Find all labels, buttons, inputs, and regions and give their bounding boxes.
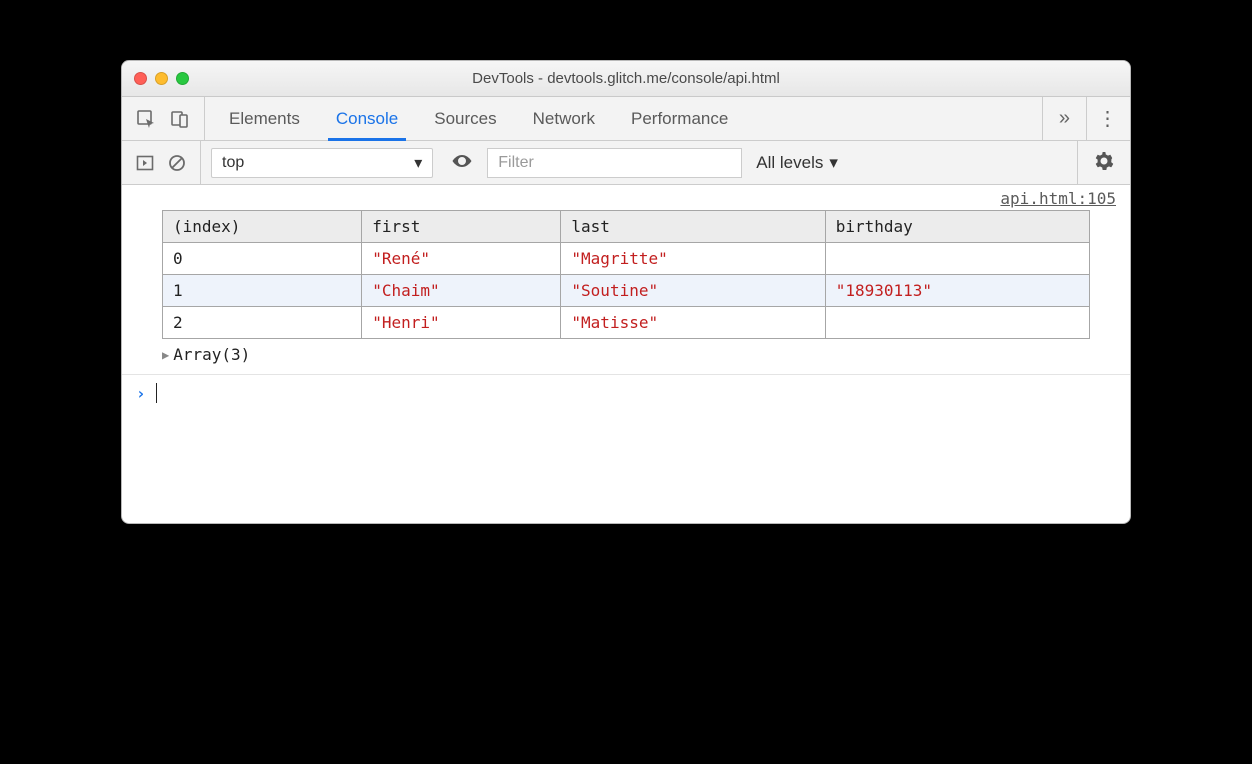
cell-birthday: "18930113" [825,275,1089,307]
panel-tabs-bar: Elements Console Sources Network Perform… [122,97,1130,141]
disclosure-triangle-icon[interactable]: ▶ [162,348,169,362]
cell-first: "René" [362,243,561,275]
cell-index: 2 [163,307,362,339]
gear-icon [1094,151,1114,174]
table-row: 0 "René" "Magritte" [163,243,1090,275]
array-summary-line[interactable]: ▶ Array(3) [122,341,1130,375]
close-window-button[interactable] [134,72,147,85]
clear-console-icon[interactable] [168,154,186,172]
table-header-row: (index) first last birthday [163,211,1090,243]
chevron-down-icon: ▾ [829,153,838,173]
kebab-icon: ⋮ [1098,106,1120,131]
chevron-down-icon: ▾ [414,153,422,173]
inspect-dock-group [122,97,205,140]
log-levels-selector[interactable]: All levels ▾ [756,153,838,173]
cell-birthday [825,243,1089,275]
tab-label: Console [336,109,398,129]
titlebar: DevTools - devtools.glitch.me/console/ap… [122,61,1130,97]
tab-performance[interactable]: Performance [613,97,746,140]
col-birthday[interactable]: birthday [825,211,1089,243]
console-table-wrap: (index) first last birthday 0 "René" "Ma… [122,210,1130,341]
tab-elements[interactable]: Elements [211,97,318,140]
col-last[interactable]: last [561,211,825,243]
console-toolbar: top ▾ All levels ▾ [122,141,1130,185]
toggle-drawer-icon[interactable] [136,154,154,172]
tab-console[interactable]: Console [318,97,416,140]
more-tabs-button[interactable]: » [1042,97,1086,140]
cell-first: "Henri" [362,307,561,339]
maximize-window-button[interactable] [176,72,189,85]
console-left-tools [122,141,201,184]
settings-menu-button[interactable]: ⋮ [1086,97,1130,140]
col-first[interactable]: first [362,211,561,243]
devtools-window: DevTools - devtools.glitch.me/console/ap… [121,60,1131,524]
console-prompt[interactable]: › [122,375,1130,523]
levels-label: All levels [756,153,823,173]
table-row: 2 "Henri" "Matisse" [163,307,1090,339]
console-table: (index) first last birthday 0 "René" "Ma… [162,210,1090,339]
cell-last: "Magritte" [561,243,825,275]
live-expression-icon[interactable] [437,152,487,173]
tab-label: Sources [434,109,496,129]
cell-last: "Soutine" [561,275,825,307]
table-row: 1 "Chaim" "Soutine" "18930113" [163,275,1090,307]
cell-first: "Chaim" [362,275,561,307]
tab-label: Network [533,109,595,129]
console-output: api.html:105 (index) first last birthday… [122,185,1130,523]
chevron-right-double-icon: » [1059,107,1070,130]
text-caret [156,383,157,403]
traffic-lights [134,72,189,85]
tab-label: Performance [631,109,728,129]
panel-tabs: Elements Console Sources Network Perform… [205,97,1042,140]
array-summary-text: Array(3) [173,345,250,364]
tab-label: Elements [229,109,300,129]
cell-index: 1 [163,275,362,307]
console-settings-button[interactable] [1077,141,1130,184]
source-location: api.html:105 [122,185,1130,210]
tab-sources[interactable]: Sources [416,97,514,140]
context-value: top [222,154,244,172]
tab-network[interactable]: Network [515,97,613,140]
device-toolbar-icon[interactable] [170,109,190,129]
cell-last: "Matisse" [561,307,825,339]
minimize-window-button[interactable] [155,72,168,85]
source-link[interactable]: api.html:105 [1000,189,1116,208]
prompt-chevron-icon: › [136,384,146,403]
context-selector[interactable]: top ▾ [211,148,433,178]
window-title: DevTools - devtools.glitch.me/console/ap… [122,70,1130,87]
col-index[interactable]: (index) [163,211,362,243]
inspect-element-icon[interactable] [136,109,156,129]
cell-birthday [825,307,1089,339]
cell-index: 0 [163,243,362,275]
filter-input[interactable] [487,148,742,178]
